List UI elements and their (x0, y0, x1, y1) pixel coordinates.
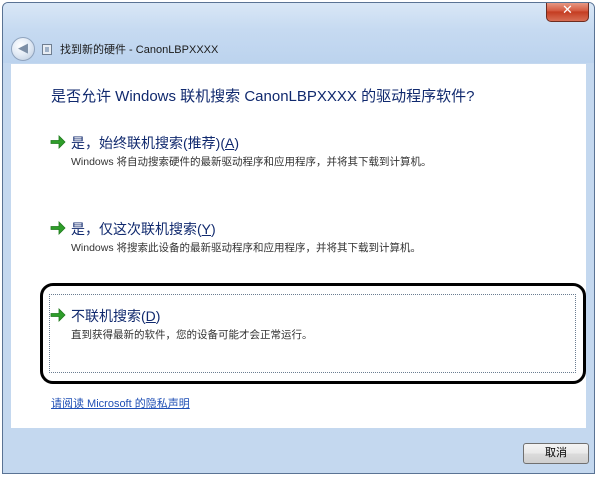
back-arrow-icon: ◀ (18, 41, 28, 56)
window-title: 找到新的硬件 - CanonLBPXXXX (60, 44, 219, 56)
option-description: Windows 将自动搜索硬件的最新驱动程序和应用程序，并将其下载到计算机。 (71, 156, 432, 168)
cancel-button[interactable]: 取消 (523, 443, 589, 464)
dialog-window: ✕ ◀ 找到新的硬件 - CanonLBPXXXX 是否允许 Windows 联… (2, 2, 595, 474)
option-dont-search[interactable]: 不联机搜索(D) 直到获得最新的软件，您的设备可能才会正常运行。 (49, 305, 567, 357)
green-arrow-icon (50, 308, 66, 322)
hardware-dialog-icon (42, 44, 52, 55)
green-arrow-icon (50, 135, 66, 149)
option-description: 直到获得最新的软件，您的设备可能才会正常运行。 (71, 329, 313, 341)
title-bar: ✕ ◀ 找到新的硬件 - CanonLBPXXXX (3, 3, 594, 63)
option-title: 是，仅这次联机搜索(Y) (71, 221, 216, 237)
option-description: Windows 将搜索此设备的最新驱动程序和应用程序，并将其下载到计算机。 (71, 242, 422, 254)
option-search-once[interactable]: 是，仅这次联机搜索(Y) Windows 将搜索此设备的最新驱动程序和应用程序，… (49, 218, 567, 270)
green-arrow-icon (50, 221, 66, 235)
option-title: 是，始终联机搜索(推荐)(A) (71, 135, 240, 151)
privacy-link[interactable]: 请阅读 Microsoft 的隐私声明 (51, 395, 190, 411)
option-title: 不联机搜索(D) (71, 308, 161, 324)
back-button[interactable]: ◀ (11, 37, 35, 61)
option-always-search[interactable]: 是，始终联机搜索(推荐)(A) Windows 将自动搜索硬件的最新驱动程序和应… (49, 132, 567, 184)
close-button[interactable]: ✕ (546, 3, 589, 22)
content-pane: 是否允许 Windows 联机搜索 CanonLBPXXXX 的驱动程序软件? … (11, 64, 586, 428)
question-heading: 是否允许 Windows 联机搜索 CanonLBPXXXX 的驱动程序软件? (51, 88, 475, 105)
